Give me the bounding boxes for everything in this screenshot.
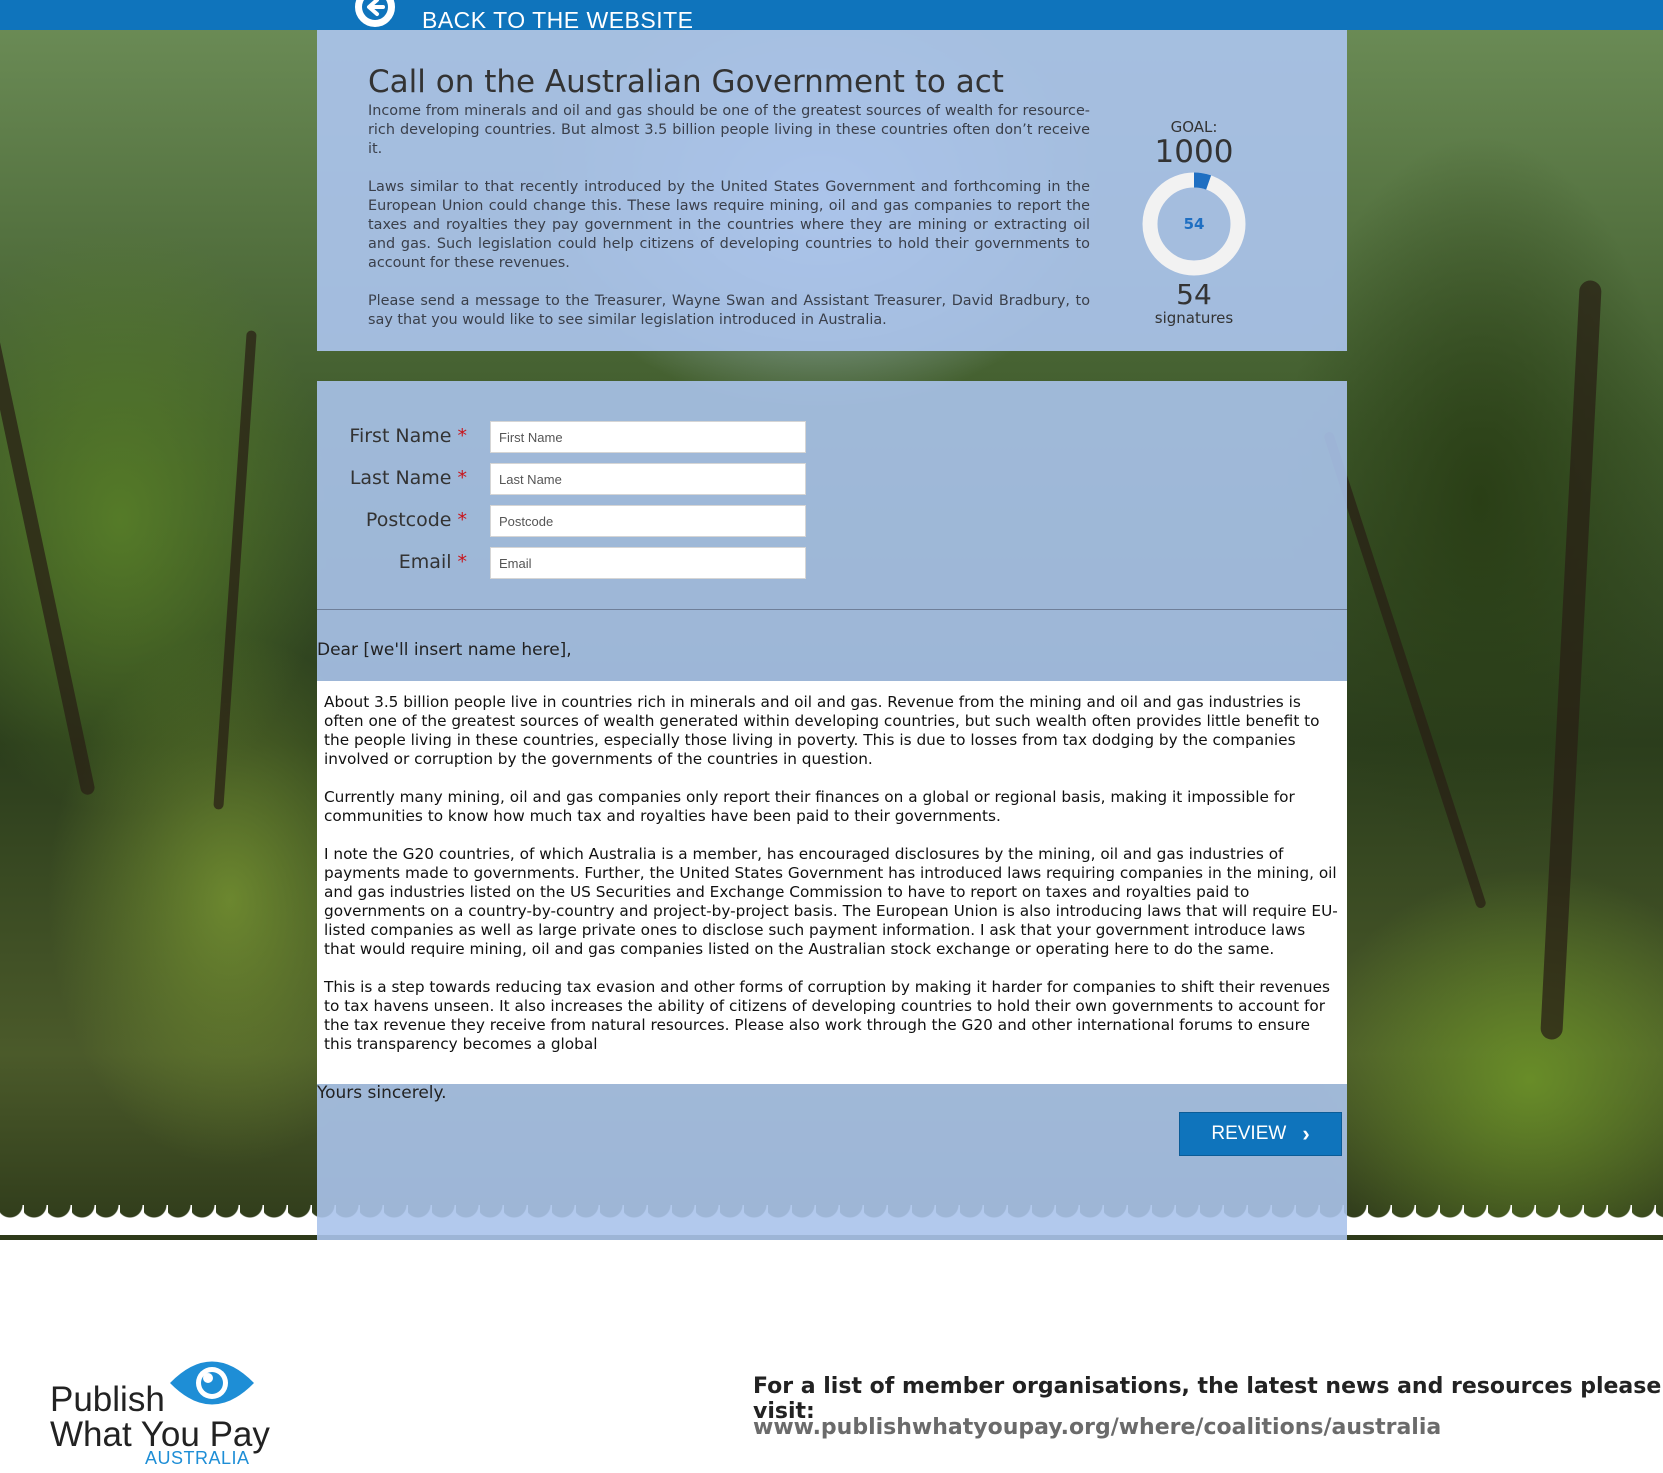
logo-country: AUSTRALIA <box>145 1448 250 1468</box>
letter-paragraph: Currently many mining, oil and gas compa… <box>324 788 1295 825</box>
email-row: Email * <box>317 547 1347 581</box>
back-to-website-link[interactable]: BACK TO THE WEBSITE <box>352 0 694 33</box>
last-name-input[interactable] <box>490 463 806 495</box>
postcode-label: Postcode * <box>365 509 468 531</box>
chevron-right-icon: › <box>1302 1121 1310 1146</box>
first-name-label: First Name * <box>349 425 467 447</box>
back-to-website-label: BACK TO THE WEBSITE <box>422 6 694 33</box>
first-name-row: First Name * <box>317 421 1347 455</box>
intro-paragraph: Please send a message to the Treasurer, … <box>368 293 1090 328</box>
pwyp-logo[interactable]: Publish What You Pay AUSTRALIA <box>50 1358 280 1473</box>
letter-body[interactable]: About 3.5 billion people live in countri… <box>317 681 1347 1084</box>
top-bar: BACK TO THE WEBSITE <box>0 0 1663 33</box>
letter-panel: Dear [we'll insert name here], About 3.5… <box>317 610 1347 1240</box>
last-name-label: Last Name * <box>349 467 468 489</box>
intro-paragraph: Laws similar to that recently introduced… <box>368 179 1090 271</box>
email-input[interactable] <box>490 547 806 579</box>
footer-coalition-link[interactable]: www.publishwhatyoupay.org/where/coalitio… <box>753 1415 1441 1440</box>
eye-icon <box>170 1361 254 1405</box>
email-label: Email * <box>398 551 468 573</box>
last-name-row: Last Name * <box>317 463 1347 497</box>
review-button[interactable]: REVIEW › <box>1179 1112 1342 1156</box>
first-name-input[interactable] <box>490 421 806 453</box>
required-marker: * <box>457 551 468 573</box>
footer: Publish What You Pay AUSTRALIA For a lis… <box>0 1240 1663 1473</box>
required-marker: * <box>457 509 468 531</box>
letter-salutation: Dear [we'll insert name here], <box>317 640 572 660</box>
logo-line-1: Publish <box>50 1380 165 1419</box>
page-title: Call on the Australian Government to act <box>368 64 1004 100</box>
signature-goal: GOAL: 1000 54 54 signatures <box>1117 118 1271 327</box>
letter-paragraph: This is a step towards reducing tax evas… <box>324 978 1330 1053</box>
donut-count: 54 <box>1183 215 1205 233</box>
intro-paragraph: Income from minerals and oil and gas sho… <box>368 103 1090 157</box>
arrow-left-circle-icon <box>352 0 398 30</box>
progress-donut: 54 <box>1142 172 1246 276</box>
postcode-input[interactable] <box>490 505 806 537</box>
letter-paragraph: About 3.5 billion people live in countri… <box>324 693 1320 768</box>
signature-label: signatures <box>1154 309 1234 327</box>
required-marker: * <box>457 425 468 447</box>
signature-count: 54 <box>1176 278 1212 311</box>
review-label: REVIEW <box>1211 1123 1287 1144</box>
postcode-row: Postcode * <box>317 505 1347 539</box>
campaign-intro-panel: Call on the Australian Government to act… <box>317 30 1347 351</box>
intro-text: Income from minerals and oil and gas sho… <box>368 102 1090 349</box>
goal-target: 1000 <box>1154 134 1234 170</box>
letter-closing: Yours sincerely. <box>317 1083 447 1103</box>
letter-paragraph: I note the G20 countries, of which Austr… <box>324 845 1338 958</box>
signer-form: First Name* Last Name* Postcode* Email* <box>317 381 1347 609</box>
required-marker: * <box>457 467 468 489</box>
